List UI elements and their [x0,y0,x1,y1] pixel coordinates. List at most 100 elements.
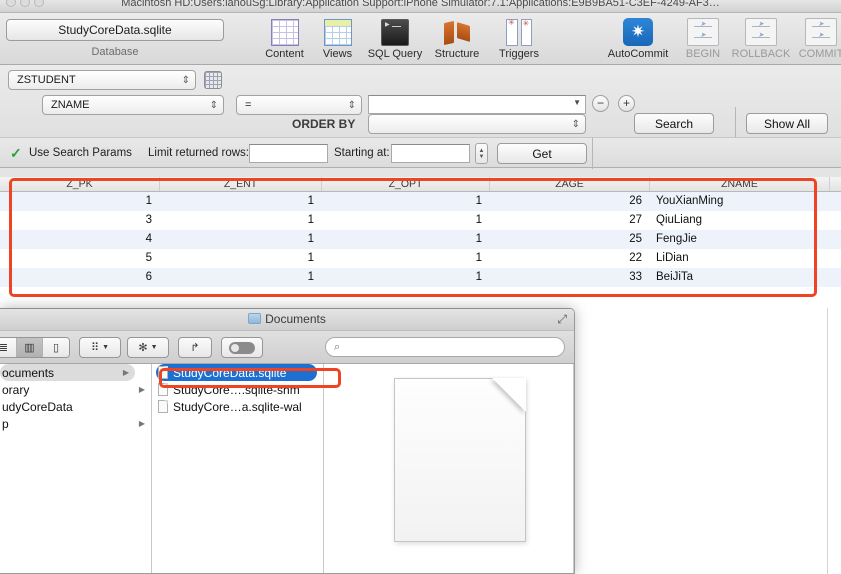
toolbar-label-views: Views [322,48,353,60]
column-header-z-ent[interactable]: Z_ENT [160,177,322,191]
get-button[interactable]: Get [497,143,587,164]
toolbar-label-triggers: Triggers [499,48,539,60]
table-select[interactable]: ZSTUDENT [8,70,196,90]
toolbar-button-triggers[interactable]: Triggers [488,16,550,60]
field-select[interactable]: ZNAME [42,95,224,115]
table-row[interactable]: 4 1 1 25 FengJie [0,230,841,249]
starting-at-label: Starting at: [334,147,390,159]
grid-table-icon [258,16,311,46]
results-table[interactable]: Z_PK Z_ENT Z_OPT ZAGE ZNAME 1 1 1 26 You… [0,177,841,302]
gear-blue-icon: ✷ [600,16,676,46]
tag-button[interactable] [221,337,263,358]
document-icon [158,400,168,413]
cell-z-opt: 1 [475,214,482,226]
toolbar-button-structure[interactable]: Structure [426,16,488,60]
share-button[interactable]: ↱ [178,337,212,358]
desktop-edge [827,308,828,574]
toolbar-button-rollback[interactable]: ROLLBACK [730,16,792,60]
toolbar-button-autocommit[interactable]: ✷ AutoCommit [600,16,676,60]
app-toolbar: StudyCoreData.sqlite Database Content Vi… [0,13,841,65]
toolbar-label-autocommit: AutoCommit [607,48,669,60]
list-item-label: ocuments [2,365,55,380]
column-header-zage[interactable]: ZAGE [490,177,650,191]
toolbar-button-sql-query[interactable]: SQL Query [364,16,426,60]
order-by-label: ORDER BY [292,117,356,131]
search-input[interactable]: ⌕ [325,337,565,357]
fullscreen-icon[interactable]: ⤢ [557,312,567,327]
add-filter-button[interactable]: + [618,95,635,112]
coverflow-view-icon[interactable]: ▯ [43,338,69,357]
starting-at-stepper[interactable]: ▲ ▼ [475,143,488,164]
column-view-icon[interactable]: ▥ [17,338,43,357]
table-row[interactable]: 5 1 1 22 LiDian [0,249,841,268]
table-row[interactable]: 3 1 1 27 QiuLiang [0,211,841,230]
column-header-zname[interactable]: ZNAME [650,177,830,191]
document-icon [158,366,168,379]
list-item[interactable]: orary ▶ [0,381,151,398]
list-item[interactable]: p ▶ [0,415,151,432]
list-item[interactable]: udyCoreData [0,398,151,415]
cell-zage: 25 [629,233,642,245]
finder-column-1[interactable]: ocuments ▶ orary ▶ udyCoreData p ▶ [0,364,152,573]
column-header-z-opt[interactable]: Z_OPT [322,177,490,191]
toolbar-label-sql-query: SQL Query [367,48,423,60]
arrange-button[interactable]: ⠿ ▼ [79,337,121,358]
search-params-bar: ✓ Use Search Params Limit returned rows:… [0,137,841,169]
use-search-params-label[interactable]: Use Search Params [29,147,132,159]
toolbar-button-begin[interactable]: BEGIN [676,16,730,60]
list-item[interactable]: StudyCore…a.sqlite-wal [152,398,323,415]
cell-z-ent: 1 [307,271,314,283]
cell-z-ent: 1 [307,195,314,207]
list-item-label: StudyCoreData.sqlite [173,365,287,380]
table-row[interactable]: 6 1 1 33 BeiJiTa [0,268,841,287]
table-picker-icon[interactable] [204,71,222,89]
starting-at-input[interactable] [391,144,470,163]
cell-zname: BeiJiTa [656,271,694,283]
toolbar-mode-buttons: Content Views SQL Query Structure Trigge… [258,16,550,60]
desktop-background [575,308,841,574]
list-item[interactable]: ocuments ▶ [0,364,135,381]
transaction-rollback-icon [730,16,792,46]
disclosure-arrow-icon: ▶ [138,385,145,394]
list-item[interactable]: StudyCore….sqlite-shm [152,381,323,398]
filter-zone: ZSTUDENT ZNAME = − + ORDER BY Search Sho… [0,65,841,164]
gear-action-icon: ✻ [138,342,148,354]
order-by-select[interactable] [368,114,586,134]
operator-select[interactable]: = [236,95,362,115]
finder-columns: ocuments ▶ orary ▶ udyCoreData p ▶ Study… [0,364,574,573]
checkmark-icon[interactable]: ✓ [10,145,22,162]
show-all-button[interactable]: Show All [746,113,828,134]
list-view-icon[interactable]: ≣ [0,338,17,357]
column-header-z-pk[interactable]: Z_PK [0,177,160,191]
toolbar-button-commit[interactable]: COMMIT [792,16,841,60]
finder-window-title: Documents [0,312,574,326]
folder-icon [248,313,262,324]
search-button[interactable]: Search [634,113,714,134]
cell-z-ent: 1 [307,252,314,264]
cell-zage: 26 [629,195,642,207]
finder-column-2[interactable]: StudyCoreData.sqlite StudyCore….sqlite-s… [152,364,324,573]
remove-filter-button[interactable]: − [592,95,609,112]
toolbar-button-content[interactable]: Content [258,16,311,60]
list-item-label: orary [2,382,30,397]
cell-zage: 22 [629,252,642,264]
table-row[interactable]: 1 1 1 26 YouXianMing [0,192,841,211]
finder-titlebar: Documents ⤢ [0,309,574,331]
limit-rows-input[interactable] [249,144,328,163]
list-item[interactable]: StudyCoreData.sqlite [156,364,317,381]
database-button[interactable]: StudyCoreData.sqlite [6,19,224,41]
toolbar-button-views[interactable]: Views [311,16,364,60]
transaction-begin-icon [676,16,730,46]
cell-z-pk: 4 [145,233,152,245]
filter-value-input[interactable] [368,95,586,114]
arrange-icon: ⠿ [91,342,100,354]
cell-z-opt: 1 [475,233,482,245]
blank-document-icon [394,378,526,542]
cell-z-pk: 1 [145,195,152,207]
finder-window: Documents ⤢ ≣ ▥ ▯ ⠿▼ ✻▼ ↱ ⌕ [0,308,575,574]
action-button[interactable]: ✻ ▼ [127,337,169,358]
view-mode-segment[interactable]: ≣ ▥ ▯ [0,337,70,358]
terminal-icon [364,16,426,46]
table-header-row: Z_PK Z_ENT Z_OPT ZAGE ZNAME [0,177,841,192]
cell-zage: 33 [629,271,642,283]
